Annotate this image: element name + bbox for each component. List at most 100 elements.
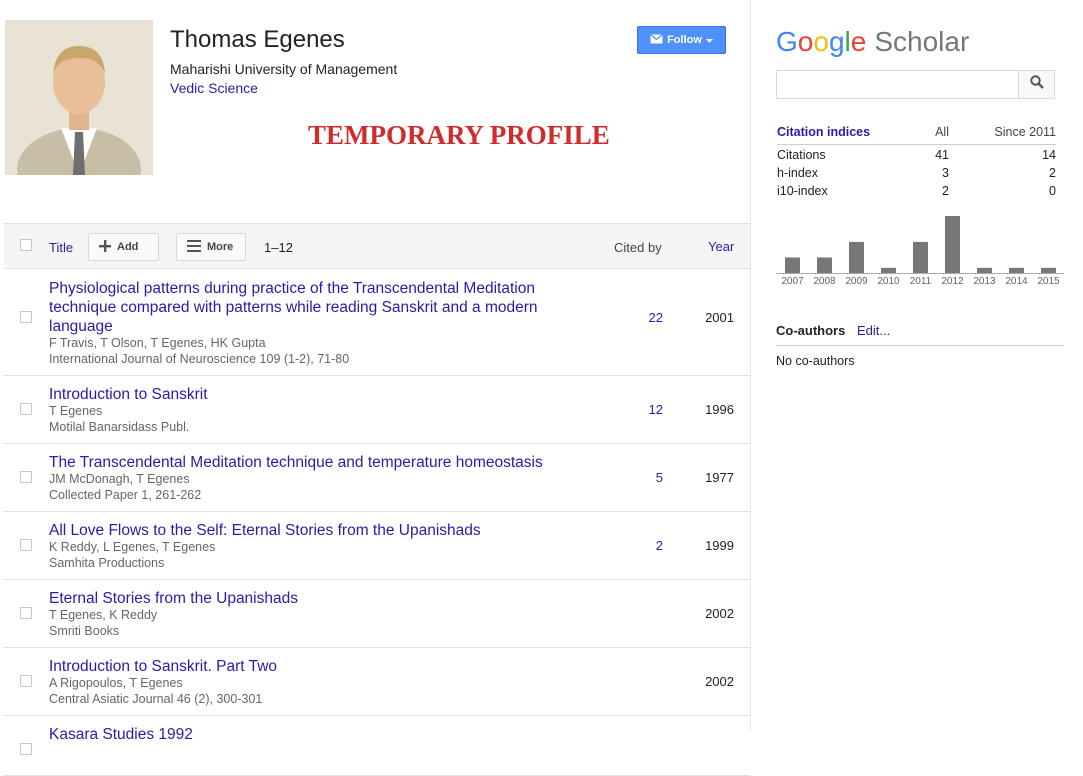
publication-checkbox[interactable] (20, 403, 32, 415)
chart-year-label: 2008 (813, 276, 836, 287)
publication-title-link[interactable]: All Love Flows to the Self: Eternal Stor… (49, 521, 559, 540)
publication-checkbox[interactable] (20, 311, 32, 323)
edit-coauthors-link[interactable]: Edit... (857, 323, 890, 338)
add-button[interactable]: Add (88, 233, 159, 261)
publication-title-link[interactable]: Eternal Stories from the Upanishads (49, 589, 559, 608)
index-all-value: 3 (942, 166, 949, 180)
publication-venue: Smriti Books (49, 624, 120, 638)
research-interest-link[interactable]: Vedic Science (170, 80, 258, 96)
publication-checkbox[interactable] (20, 607, 32, 619)
chart-bar[interactable] (945, 216, 960, 273)
publication-year: 1999 (705, 538, 734, 553)
publication-row: Introduction to Sanskrit. Part Two A Rigo… (4, 648, 750, 716)
publication-row: Eternal Stories from the Upanishads T Ege… (4, 580, 750, 648)
profile-column: Thomas Egenes Maharishi University of Ma… (0, 0, 751, 776)
publication-row: The Transcendental Meditation technique … (4, 444, 750, 512)
publication-checkbox[interactable] (20, 471, 32, 483)
publication-authors: T Egenes (49, 404, 103, 418)
publication-row: Physiological patterns during practice o… (4, 270, 750, 376)
chart-year-label: 2015 (1037, 276, 1060, 287)
citation-index-row: Citations 41 14 (777, 145, 1056, 163)
index-since-value: 14 (1042, 148, 1056, 162)
follow-button[interactable]: Follow (637, 26, 726, 54)
select-all-checkbox[interactable] (20, 239, 32, 251)
publication-row: All Love Flows to the Self: Eternal Stor… (4, 512, 750, 580)
publication-year: 1996 (705, 402, 734, 417)
profile-photo (5, 20, 153, 175)
publication-authors: F Travis, T Olson, T Egenes, HK Gupta (49, 336, 266, 350)
search-button[interactable] (1018, 71, 1054, 98)
index-label: Citations (777, 148, 826, 162)
publication-venue: Collected Paper 1, 261-262 (49, 488, 202, 502)
chart-bar[interactable] (817, 257, 832, 273)
citation-indices-title: Citation indices (777, 125, 871, 139)
publication-title-link[interactable]: Introduction to Sanskrit. Part Two (49, 657, 559, 676)
profile-affiliation: Maharishi University of Management (170, 61, 398, 77)
chart-bar[interactable] (785, 257, 800, 273)
chart-year-label: 2012 (941, 276, 964, 287)
citation-indices-table: Citation indices All Since 2011 Citation… (777, 124, 1056, 199)
chart-bar[interactable] (849, 241, 864, 273)
chart-year-label: 2011 (910, 276, 932, 287)
profile-name: Thomas Egenes (170, 26, 345, 53)
sort-by-title[interactable]: Title (49, 240, 73, 255)
plus-icon (99, 239, 111, 255)
publication-year: 2002 (705, 606, 734, 621)
chart-bar[interactable] (913, 241, 928, 273)
publication-title-link[interactable]: The Transcendental Meditation technique … (49, 453, 559, 472)
more-button[interactable]: More (176, 233, 246, 261)
publication-checkbox[interactable] (20, 743, 32, 755)
search-input[interactable] (777, 71, 1020, 98)
sort-by-year[interactable]: Year (708, 239, 734, 254)
cited-by-count-link[interactable]: 12 (649, 402, 663, 417)
more-label: More (207, 241, 234, 253)
google-scholar-logo[interactable]: Google Scholar (776, 26, 969, 58)
cited-by-header: Cited by (614, 240, 662, 255)
citation-indices-header: Citation indices All Since 2011 (777, 124, 1056, 145)
chart-bar[interactable] (1009, 267, 1024, 273)
cited-by-count-link[interactable]: 22 (649, 310, 663, 325)
chart-bar[interactable] (1041, 267, 1056, 273)
publication-authors: A Rigopoulos, T Egenes (49, 676, 183, 690)
publication-authors: T Egenes, K Reddy (49, 608, 158, 622)
citations-per-year-chart: 2007 2008 2009 2010 2011 2012 2013 2014 2015 (776, 216, 1064, 287)
publication-checkbox[interactable] (20, 539, 32, 551)
chart-year-label: 2014 (1005, 276, 1028, 287)
publication-venue: Samhita Productions (49, 556, 165, 570)
citation-index-row: h-index 3 2 (777, 163, 1056, 181)
publication-title-link[interactable]: Kasara Studies 1992 (49, 725, 559, 744)
mail-icon (650, 33, 663, 47)
chart-year-label: 2007 (781, 276, 804, 287)
no-coauthors-text: No co-authors (776, 354, 855, 368)
search-icon (1029, 75, 1044, 94)
index-label: i10-index (777, 184, 828, 198)
cited-by-count-link[interactable]: 2 (656, 538, 663, 553)
chart-year-label: 2013 (973, 276, 996, 287)
follow-label: Follow (667, 34, 702, 46)
coauthors-title: Co-authors (776, 323, 846, 338)
index-label: h-index (777, 166, 818, 180)
publication-checkbox[interactable] (20, 675, 32, 687)
index-all-value: 41 (935, 148, 949, 162)
publication-title-link[interactable]: Introduction to Sanskrit (49, 385, 559, 404)
col-all-header: All (935, 125, 949, 139)
chart-bar[interactable] (881, 267, 896, 273)
publications-table-header: Title Add More 1–12 Cited by Year (4, 223, 750, 269)
publication-row: Introduction to Sanskrit T Egenes Motilal … (4, 376, 750, 444)
cited-by-count-link[interactable]: 5 (656, 470, 663, 485)
publication-year: 2001 (705, 310, 734, 325)
chart-bar[interactable] (977, 267, 992, 273)
index-since-value: 0 (1049, 184, 1056, 198)
col-since-header: Since 2011 (994, 125, 1056, 139)
result-range: 1–12 (264, 240, 293, 255)
index-since-value: 2 (1049, 166, 1056, 180)
index-all-value: 2 (942, 184, 949, 198)
publication-authors: K Reddy, L Egenes, T Egenes (49, 540, 216, 554)
publication-title-link[interactable]: Physiological patterns during practice o… (49, 279, 559, 336)
publication-venue: International Journal of Neuroscience 10… (49, 352, 350, 366)
menu-icon (187, 239, 201, 255)
publication-year: 1977 (705, 470, 734, 485)
publication-row: Kasara Studies 1992 (4, 716, 750, 776)
chart-year-label: 2009 (845, 276, 868, 287)
chart-year-label: 2010 (877, 276, 900, 287)
